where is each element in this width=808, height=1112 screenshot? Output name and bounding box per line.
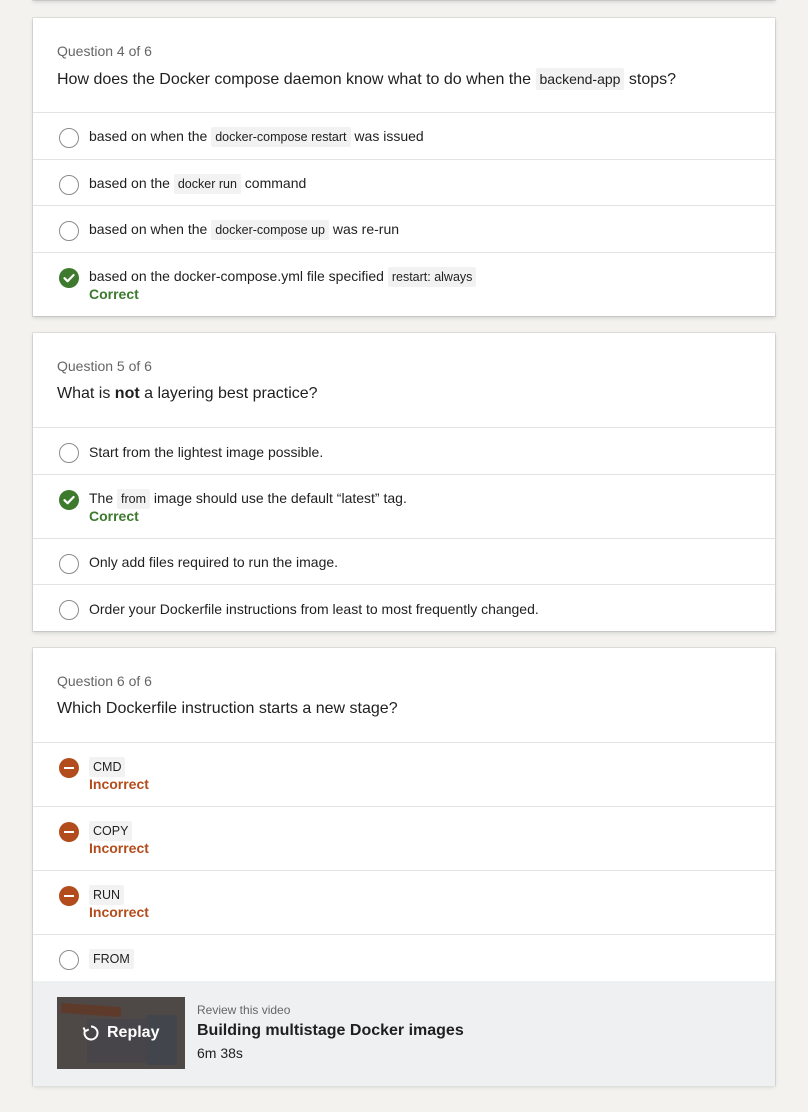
answer-option-incorrect[interactable]: RUN Incorrect: [33, 871, 775, 935]
answer-option[interactable]: based on when the docker-compose restart…: [33, 113, 775, 160]
inline-code: COPY: [89, 821, 133, 841]
answer-option-correct[interactable]: based on the docker-compose.yml file spe…: [33, 253, 775, 316]
inline-code: from: [117, 489, 151, 509]
radio-icon[interactable]: [59, 600, 79, 620]
question-count: Question 6 of 6: [57, 673, 152, 689]
review-video-panel: Replay Review this video Building multis…: [33, 981, 775, 1086]
question-text: Which Dockerfile instruction starts a ne…: [57, 700, 398, 717]
radio-icon[interactable]: [59, 554, 79, 574]
replay-button[interactable]: Replay: [81, 1023, 159, 1043]
question-card-6: Question 6 of 6 Which Dockerfile instruc…: [33, 648, 775, 1086]
answer-option-incorrect[interactable]: COPY Incorrect: [33, 807, 775, 871]
inline-code: backend-app: [535, 68, 625, 90]
question-header: Question 6 of 6 Which Dockerfile instruc…: [33, 648, 775, 743]
question-header: Question 4 of 6 How does the Docker comp…: [33, 18, 775, 113]
replay-icon: [82, 1025, 99, 1041]
question-text: What is not a layering best practice?: [57, 385, 318, 402]
question-text: How does the Docker compose daemon know …: [57, 68, 751, 91]
check-circle-icon: [59, 490, 79, 510]
radio-icon[interactable]: [59, 128, 79, 148]
no-entry-icon: [59, 758, 79, 778]
check-circle-icon: [59, 268, 79, 288]
feedback-correct: Correct: [89, 508, 139, 524]
feedback-correct: Correct: [89, 286, 139, 302]
video-title-link[interactable]: Building multistage Docker images: [197, 1022, 464, 1040]
answer-option[interactable]: based on the docker run command: [33, 160, 775, 206]
answer-option[interactable]: Order your Dockerfile instructions from …: [33, 585, 775, 631]
inline-code: docker run: [173, 174, 241, 194]
inline-code: RUN: [89, 885, 125, 905]
no-entry-icon: [59, 886, 79, 906]
review-label: Review this video: [197, 1003, 291, 1017]
answer-option[interactable]: based on when the docker-compose up was …: [33, 206, 775, 253]
question-count: Question 4 of 6: [57, 43, 152, 59]
feedback-incorrect: Incorrect: [89, 840, 149, 856]
video-duration: 6m 38s: [197, 1045, 243, 1061]
video-thumbnail[interactable]: Replay: [57, 997, 185, 1069]
no-entry-icon: [59, 822, 79, 842]
answer-option-correct[interactable]: The from image should use the default “l…: [33, 475, 775, 539]
radio-icon[interactable]: [59, 443, 79, 463]
radio-icon[interactable]: [59, 950, 79, 970]
question-count: Question 5 of 6: [57, 358, 152, 374]
radio-icon[interactable]: [59, 175, 79, 195]
question-card-5: Question 5 of 6 What is not a layering b…: [33, 333, 775, 631]
question-header: Question 5 of 6 What is not a layering b…: [33, 333, 775, 428]
feedback-incorrect: Incorrect: [89, 904, 149, 920]
question-card-4: Question 4 of 6 How does the Docker comp…: [33, 18, 775, 316]
inline-code: FROM: [89, 949, 134, 969]
answer-option[interactable]: Only add files required to run the image…: [33, 539, 775, 585]
answer-option[interactable]: FROM: [33, 935, 775, 981]
answer-option-incorrect[interactable]: CMD Incorrect: [33, 743, 775, 807]
inline-code: docker-compose up: [211, 220, 329, 240]
feedback-incorrect: Incorrect: [89, 776, 149, 792]
radio-icon[interactable]: [59, 221, 79, 241]
inline-code: docker-compose restart: [211, 127, 351, 147]
answer-option[interactable]: Start from the lightest image possible.: [33, 428, 775, 475]
inline-code: CMD: [89, 757, 126, 777]
inline-code: restart: always: [387, 267, 477, 287]
